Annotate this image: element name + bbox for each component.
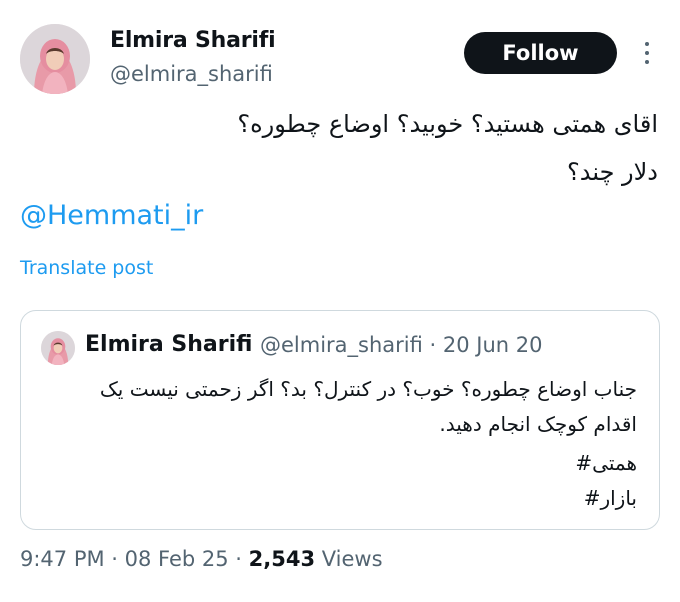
views-label: Views bbox=[315, 547, 383, 571]
author-display-name[interactable]: Elmira Sharifi bbox=[110, 28, 276, 53]
dot bbox=[645, 60, 649, 64]
tweet-timestamp[interactable]: 9:47 PM · 08 Feb 25 · bbox=[20, 547, 249, 571]
tweet-footer: 9:47 PM · 08 Feb 25 · 2,543 Views bbox=[20, 547, 383, 571]
quoted-author-name[interactable]: Elmira Sharifi bbox=[85, 332, 252, 357]
views-count[interactable]: 2,543 bbox=[249, 547, 315, 571]
author-avatar[interactable] bbox=[20, 24, 90, 94]
tweet-text-line-1: اقای همتی هستید؟ خوبید؟ اوضاع چطوره؟ bbox=[237, 110, 658, 138]
vertical-ellipsis-icon[interactable] bbox=[632, 38, 662, 68]
translate-post-link[interactable]: Translate post bbox=[20, 257, 153, 279]
quoted-text-line-1: جناب اوضاع چطوره؟ خوب؟ در کنترل؟ بد؟ اگر… bbox=[99, 377, 637, 401]
quoted-tweet-card[interactable]: Elmira Sharifi @elmira_sharifi · 20 Jun … bbox=[20, 310, 660, 530]
profile-photo-icon bbox=[41, 331, 75, 365]
dot bbox=[645, 51, 649, 55]
quoted-text-line-2: اقدام کوچک انجام دهید. bbox=[439, 412, 637, 436]
dot bbox=[645, 42, 649, 46]
mention-link[interactable]: @Hemmati_ir bbox=[20, 200, 203, 231]
quoted-author-avatar[interactable] bbox=[41, 331, 75, 365]
profile-photo-icon bbox=[20, 24, 90, 94]
tweet-text-line-2: دلار چند؟ bbox=[566, 158, 658, 186]
quoted-hashtag-1[interactable]: همتی# bbox=[37, 451, 637, 475]
author-handle[interactable]: @elmira_sharifi bbox=[110, 62, 273, 86]
follow-button[interactable]: Follow bbox=[464, 32, 617, 74]
quoted-handle-and-date: @elmira_sharifi · 20 Jun 20 bbox=[260, 333, 543, 357]
quoted-hashtag-2[interactable]: بازار# bbox=[37, 486, 637, 510]
